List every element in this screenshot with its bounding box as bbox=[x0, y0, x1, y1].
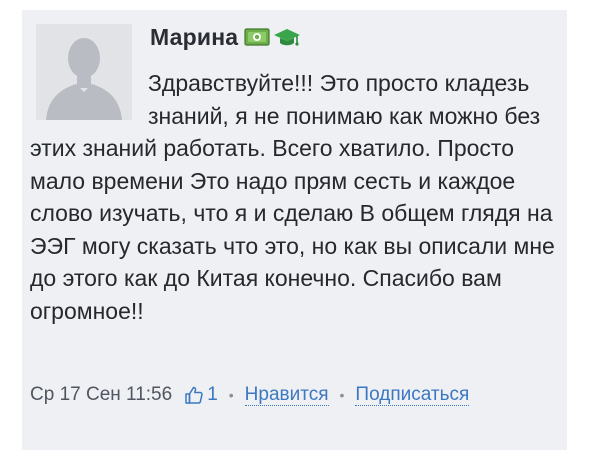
author-row: Марина bbox=[150, 22, 301, 52]
author-name[interactable]: Марина bbox=[150, 24, 238, 51]
like-counter[interactable]: 1 bbox=[184, 384, 218, 406]
comment-date[interactable]: Ср 17 Сен 11:56 bbox=[30, 384, 172, 406]
comment-card: Марина Здравствуйте!!! Это просто кладез… bbox=[22, 10, 567, 450]
money-icon bbox=[244, 27, 270, 47]
likes-count: 1 bbox=[207, 384, 218, 405]
like-button[interactable]: Нравится bbox=[244, 384, 329, 406]
graduation-cap-icon bbox=[273, 26, 301, 48]
thumbs-up-icon bbox=[185, 386, 203, 404]
subscribe-button[interactable]: Подписаться bbox=[355, 384, 470, 406]
comment-footer: Ср 17 Сен 11:56 1 • Нравится • Подписать… bbox=[30, 380, 470, 410]
separator-dot: • bbox=[228, 387, 234, 403]
separator-dot: • bbox=[339, 387, 345, 403]
comment-text-block: Здравствуйте!!! Это просто кладезь знани… bbox=[30, 67, 560, 327]
